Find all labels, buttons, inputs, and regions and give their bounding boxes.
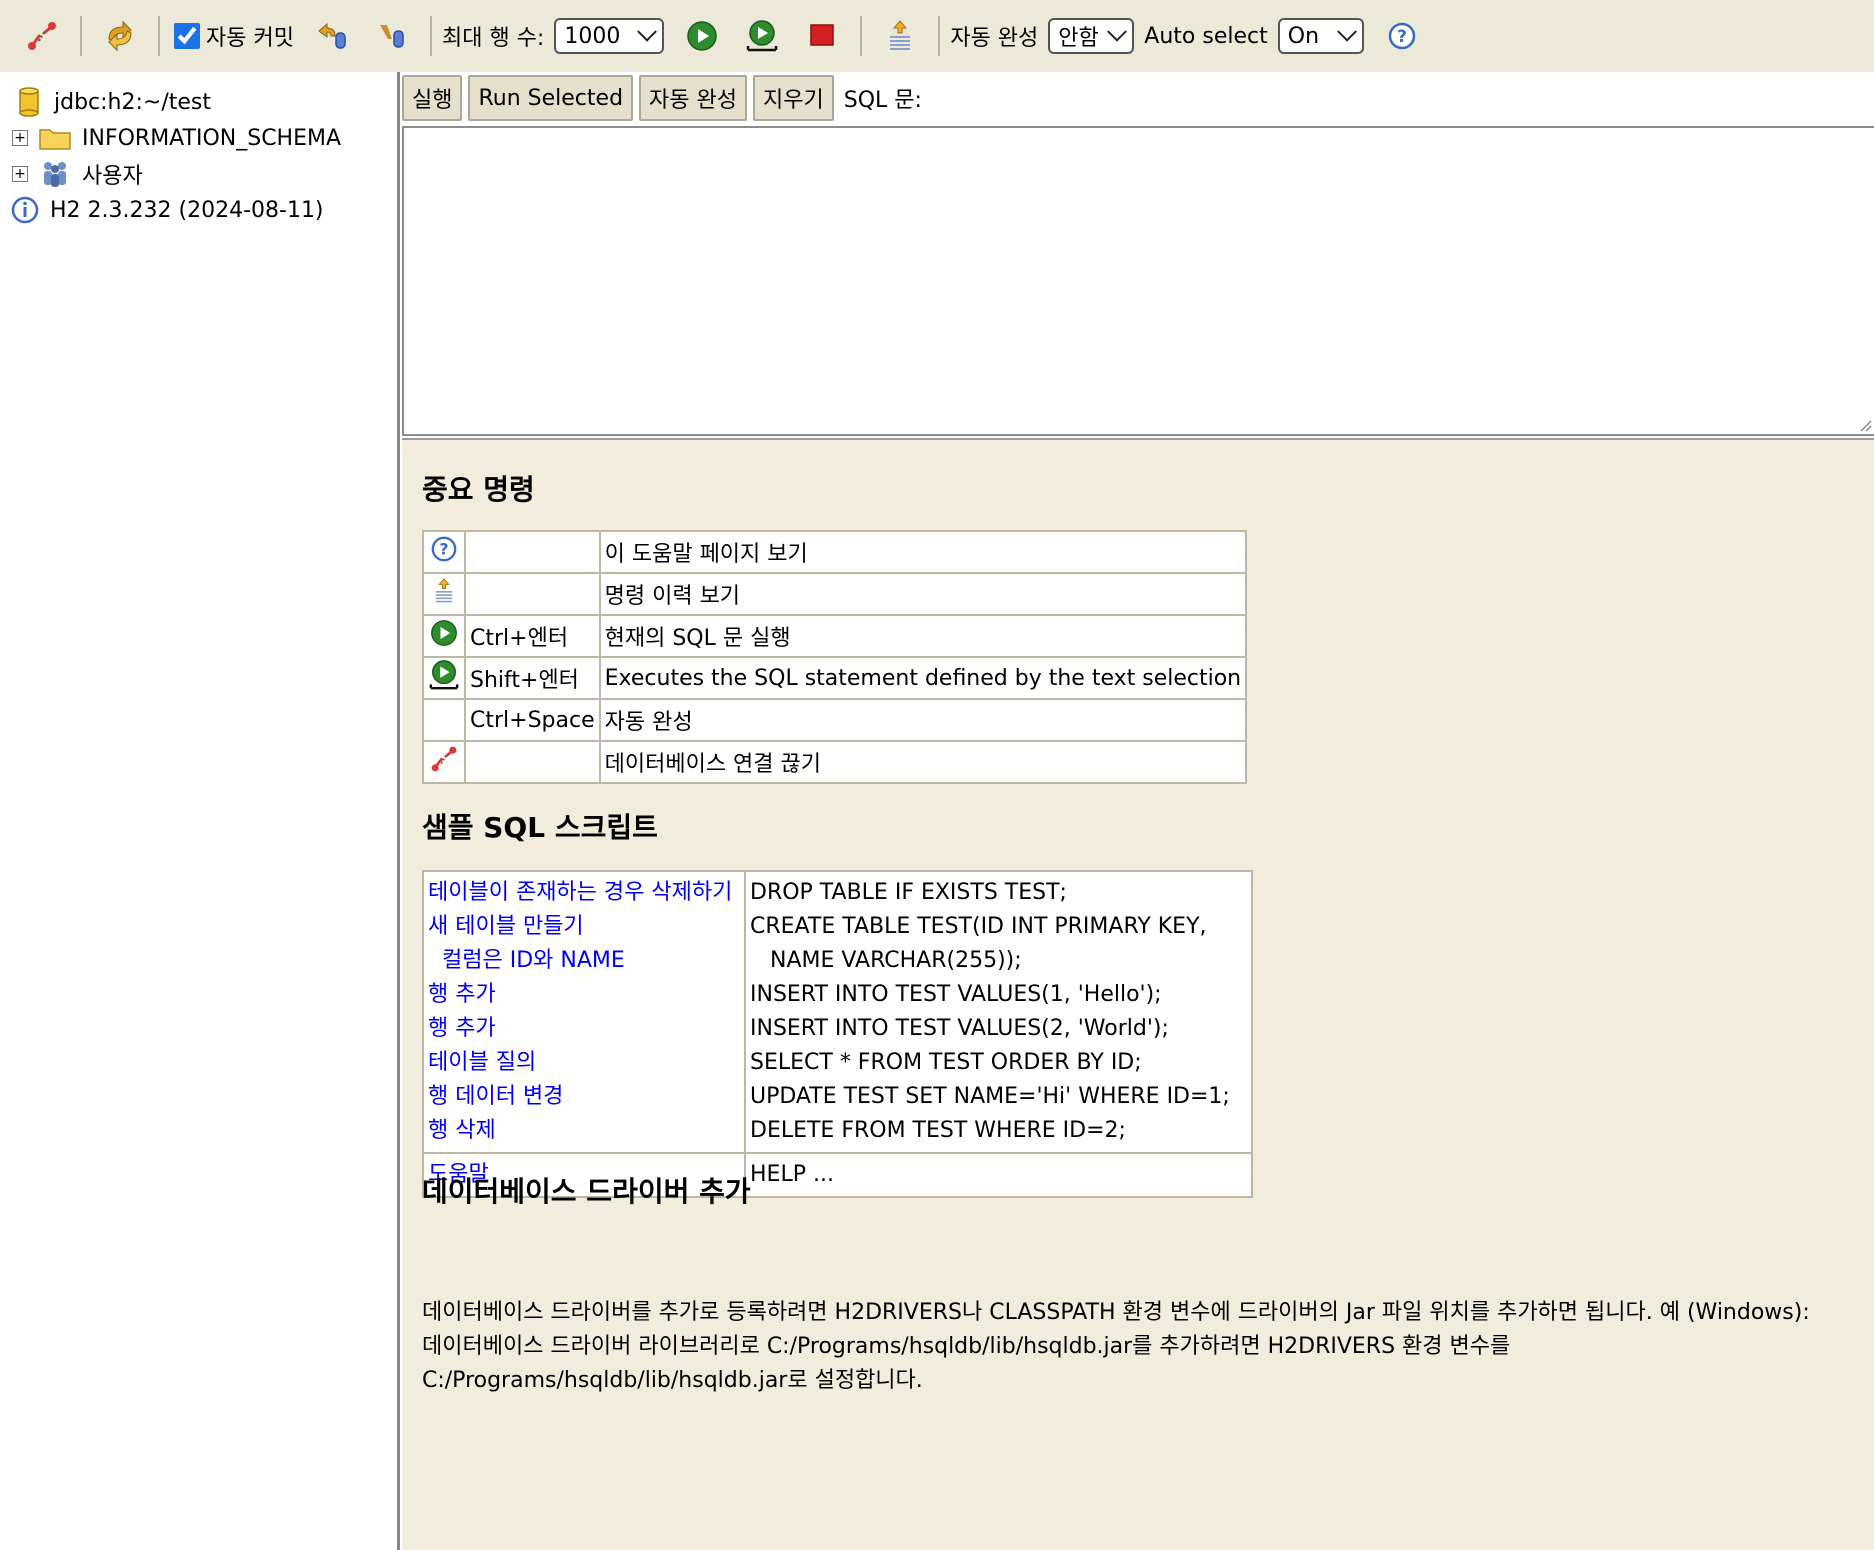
run-selected-icon[interactable]	[740, 14, 784, 58]
sidebar-tree: jdbc:h2:~/test + INFORMATION_SCHEMA + 사용…	[0, 72, 400, 1550]
sample-sql-insert-2: INSERT INTO TEST VALUES(2, 'World');	[750, 1016, 1169, 1041]
tree-version-label: H2 2.3.232 (2024-08-11)	[50, 197, 324, 223]
run-icon[interactable]	[680, 14, 724, 58]
maxrows-value: 1000	[564, 23, 621, 49]
history-icon	[435, 578, 453, 603]
tree-schema-label: INFORMATION_SCHEMA	[82, 125, 342, 151]
autocomplete-select[interactable]: 안함	[1048, 18, 1135, 54]
sql-statement-label: SQL 문:	[843, 88, 922, 113]
history-icon[interactable]	[878, 14, 922, 58]
clear-button[interactable]: 지우기	[753, 75, 834, 121]
paragraph-line: C:/Programs/hsqldb/lib/hsqldb.jar로 설정합니다…	[422, 1368, 923, 1393]
disconnect-icon[interactable]	[20, 14, 64, 58]
autocomplete-button[interactable]: 자동 완성	[639, 75, 747, 121]
refresh-icon[interactable]	[98, 14, 142, 58]
commit-icon[interactable]	[370, 14, 414, 58]
table-row: 테이블이 존재하는 경우 삭제하기 새 테이블 만들기 컬럼은 ID와 NAME…	[422, 870, 1253, 1154]
toolbar-separator	[938, 16, 941, 56]
chevron-down-icon	[1107, 21, 1128, 42]
tree-connection[interactable]: jdbc:h2:~/test	[14, 84, 211, 120]
main-panel: 실행 Run Selected 자동 완성 지우기 SQL 문: 중요 명령 ?…	[402, 72, 1874, 1550]
maxrows-label: 최대 행 수:	[441, 26, 545, 51]
tree-users-label: 사용자	[82, 164, 143, 189]
tree-version: H2 2.3.232 (2024-08-11)	[10, 192, 324, 228]
paragraph-line: 데이터베이스 드라이버 라이브러리로 C:/Programs/hsqldb/li…	[422, 1334, 1511, 1359]
editor-toolbar: 실행 Run Selected 자동 완성 지우기 SQL 문:	[402, 72, 1874, 124]
table-row: Ctrl+엔터 현재의 SQL 문 실행	[422, 614, 1248, 658]
tree-users[interactable]: + 사용자	[12, 156, 143, 192]
paragraph-line: 데이터베이스 드라이버를 추가로 등록하려면 H2DRIVERS나 CLASSP…	[422, 1300, 1810, 1325]
tree-schema[interactable]: + INFORMATION_SCHEMA	[12, 120, 341, 156]
toolbar-separator	[860, 16, 863, 56]
toolbar-separator	[158, 16, 160, 56]
toolbar: 자동 커밋 최대 행 수: 1000 자동 완성 안함 Auto select …	[0, 0, 1874, 72]
run-selected-button[interactable]: Run Selected	[468, 75, 634, 121]
sample-sql-insert-1: INSERT INTO TEST VALUES(1, 'Hello');	[750, 982, 1162, 1007]
chevron-down-icon	[637, 21, 658, 42]
important-commands-title: 중요 명령	[422, 473, 535, 506]
table-row: 명령 이력 보기	[422, 572, 1248, 616]
sample-sql-create: CREATE TABLE TEST(ID INT PRIMARY KEY,	[750, 914, 1207, 939]
help-icon: ?	[431, 536, 457, 562]
sample-sql-update: UPDATE TEST SET NAME='Hi' WHERE ID=1;	[750, 1084, 1230, 1109]
autoselect-label: Auto select	[1144, 23, 1268, 49]
autocommit-checkbox[interactable]	[174, 23, 200, 49]
help-icon[interactable]: ?	[1380, 14, 1424, 58]
run-icon	[431, 620, 457, 646]
table-row: Ctrl+Space 자동 완성	[422, 698, 1248, 742]
autocomplete-label: 자동 완성	[950, 26, 1039, 51]
svg-text:?: ?	[1397, 27, 1407, 47]
add-driver-title: 데이터베이스 드라이버 추가	[422, 1175, 751, 1208]
table-row: ? 이 도움말 페이지 보기	[422, 530, 1248, 574]
autocomplete-value: 안함	[1058, 26, 1099, 51]
autoselect-value: On	[1287, 23, 1320, 49]
chevron-down-icon	[1336, 21, 1357, 42]
info-icon	[10, 195, 40, 225]
autocommit-label: 자동 커밋	[206, 26, 294, 51]
folder-icon	[38, 123, 72, 153]
sample-sql-columns: NAME VARCHAR(255));	[770, 948, 1022, 973]
run-button[interactable]: 실행	[402, 75, 463, 121]
resize-handle-icon[interactable]	[1858, 418, 1872, 432]
table-row: 데이터베이스 연결 끊기	[422, 740, 1248, 784]
rollback-icon[interactable]	[310, 14, 354, 58]
sample-sql-select: SELECT * FROM TEST ORDER BY ID;	[750, 1050, 1142, 1075]
maxrows-select[interactable]: 1000	[554, 18, 665, 54]
sample-sql-title: 샘플 SQL 스크립트	[422, 811, 658, 844]
sample-link-drop[interactable]: 테이블이 존재하는 경우 삭제하기	[428, 876, 740, 910]
expand-icon[interactable]: +	[12, 130, 28, 146]
svg-text:?: ?	[439, 540, 448, 559]
sample-link-create[interactable]: 새 테이블 만들기	[428, 910, 740, 944]
stop-icon[interactable]	[800, 14, 844, 58]
disconnect-icon	[431, 746, 457, 772]
sample-link-insert-1[interactable]: 행 추가	[428, 978, 740, 1012]
sample-sql-drop: DROP TABLE IF EXISTS TEST;	[750, 880, 1067, 905]
commands-table: ? 이 도움말 페이지 보기 명령 이력 보기 Ctrl+엔터 현재의 SQL …	[422, 530, 1248, 784]
expand-icon[interactable]: +	[12, 166, 28, 182]
add-driver-paragraph: 데이터베이스 드라이버를 추가로 등록하려면 H2DRIVERS나 CLASSP…	[422, 1296, 1862, 1398]
sample-sql-table: 테이블이 존재하는 경우 삭제하기 새 테이블 만들기 컬럼은 ID와 NAME…	[422, 870, 1253, 1198]
sql-editor[interactable]	[402, 126, 1874, 436]
sample-link-columns[interactable]: 컬럼은 ID와 NAME	[428, 944, 740, 978]
sample-link-select[interactable]: 테이블 질의	[428, 1046, 740, 1080]
autoselect-select[interactable]: On	[1277, 18, 1364, 54]
help-panel: 중요 명령 ? 이 도움말 페이지 보기 명령 이력 보기 Ctrl+엔터 현재…	[402, 438, 1874, 1550]
sample-sql-delete: DELETE FROM TEST WHERE ID=2;	[750, 1118, 1126, 1143]
toolbar-separator	[429, 16, 432, 56]
sample-link-update[interactable]: 행 데이터 변경	[428, 1080, 740, 1114]
help-sql: HELP ...	[750, 1162, 834, 1187]
sample-link-insert-2[interactable]: 행 추가	[428, 1012, 740, 1046]
database-icon	[14, 87, 44, 117]
table-row: Shift+엔터 Executes the SQL statement defi…	[422, 656, 1248, 700]
users-icon	[38, 159, 72, 189]
toolbar-separator	[80, 16, 82, 56]
tree-connection-label: jdbc:h2:~/test	[54, 89, 211, 115]
run-selected-icon	[429, 660, 459, 690]
sample-link-delete[interactable]: 행 삭제	[428, 1114, 740, 1148]
